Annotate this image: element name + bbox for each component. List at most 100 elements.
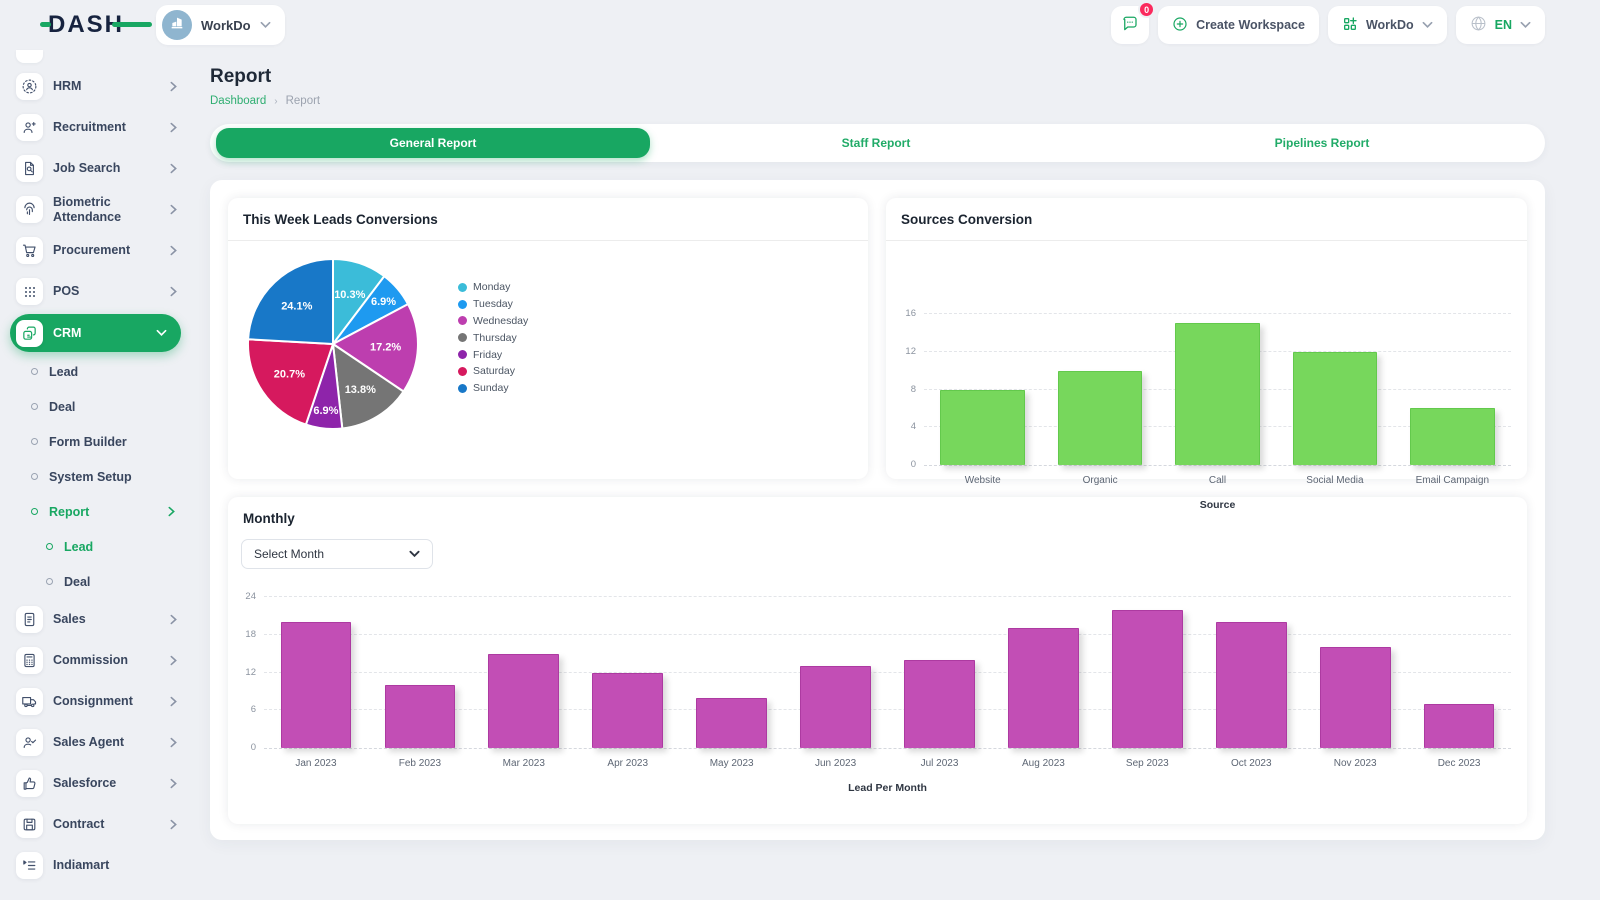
sidebar-item-consignment[interactable]: Consignment: [0, 681, 195, 722]
chevron-right-icon: [168, 506, 175, 517]
sales-agent-icon: [16, 729, 43, 756]
y-tick-label: 12: [888, 346, 916, 357]
app-logo[interactable]: DASH: [48, 11, 124, 39]
biometric-attendance-icon: [16, 196, 43, 223]
bar-slot: [576, 597, 680, 748]
sidebar-item-sales[interactable]: Sales: [0, 599, 195, 640]
language-selector[interactable]: EN: [1456, 6, 1545, 44]
bar-apr-2023: [592, 673, 663, 749]
tab-general-report[interactable]: General Report: [216, 128, 650, 158]
chevron-down-icon: [156, 329, 167, 337]
x-category-label: May 2023: [680, 758, 784, 769]
x-axis-labels: WebsiteOrganicCallSocial MediaEmail Camp…: [924, 475, 1511, 486]
sidebar-subitem-label: Report: [49, 505, 89, 519]
globe-icon: [1470, 15, 1487, 35]
bar-jul-2023: [904, 660, 975, 748]
sidebar-item-biometric-attendance[interactable]: Biometric Attendance: [0, 189, 195, 230]
card-header: This Week Leads Conversions: [228, 198, 868, 241]
y-tick-label: 8: [888, 384, 916, 395]
sidebar-subitem-lead[interactable]: Lead: [0, 529, 195, 564]
sidebar-item-hrm[interactable]: HRM: [0, 66, 195, 107]
chevron-down-icon: [1422, 21, 1433, 29]
bar-slot: [1199, 597, 1303, 748]
sidebar-item-job-search[interactable]: Job Search: [0, 148, 195, 189]
pie-value-label: 13.8%: [345, 384, 376, 396]
create-workspace-button[interactable]: Create Workspace: [1158, 6, 1319, 44]
sidebar-item-salesforce[interactable]: Salesforce: [0, 763, 195, 804]
sources-conversion-card: Sources Conversion 0481216 WebsiteOrgani…: [886, 198, 1527, 479]
sidebar-item-contract[interactable]: Contract: [0, 804, 195, 845]
workspace-name: WorkDo: [201, 18, 251, 33]
workspace-switcher[interactable]: WorkDo: [156, 5, 285, 45]
chevron-right-icon: [170, 696, 177, 707]
sidebar-item-pos[interactable]: POS: [0, 271, 195, 312]
bullet-icon: [31, 473, 38, 480]
bar-slot: [1041, 314, 1158, 465]
sidebar-subitem-report[interactable]: Report: [0, 494, 195, 529]
sidebar-partial-item: [16, 50, 43, 63]
sidebar-subitem-label: System Setup: [49, 470, 132, 484]
bullet-icon: [31, 438, 38, 445]
x-category-label: Oct 2023: [1199, 758, 1303, 769]
sidebar-item-indiamart[interactable]: Indiamart: [0, 845, 195, 886]
sidebar-subitem-form-builder[interactable]: Form Builder: [0, 424, 195, 459]
report-panel: This Week Leads Conversions 10.3%6.9%17.…: [210, 180, 1545, 840]
sidebar-item-procurement[interactable]: Procurement: [0, 230, 195, 271]
bullet-icon: [31, 368, 38, 375]
workspace-avatar: [162, 10, 192, 40]
tab-pipelines-report[interactable]: Pipelines Report: [1099, 124, 1545, 162]
legend-item-friday: Friday: [458, 346, 528, 363]
month-select-dropdown[interactable]: Select Month: [241, 539, 433, 569]
sidebar-subitem-deal[interactable]: Deal: [0, 564, 195, 599]
app-menu-label: WorkDo: [1366, 18, 1414, 32]
sidebar-subitem-system-setup[interactable]: System Setup: [0, 459, 195, 494]
salesforce-icon: [16, 770, 43, 797]
y-tick-label: 0: [888, 459, 916, 470]
sidebar-subitem-deal[interactable]: Deal: [0, 389, 195, 424]
bar-website: [940, 390, 1025, 466]
bar-slot: [888, 597, 992, 748]
legend-label: Sunday: [473, 382, 509, 394]
sidebar-item-recruitment[interactable]: Recruitment: [0, 107, 195, 148]
sidebar-item-commission[interactable]: Commission: [0, 640, 195, 681]
bar-aug-2023: [1008, 628, 1079, 748]
sources-bar-chart: 0481216: [924, 314, 1511, 466]
leads-conversions-card: This Week Leads Conversions 10.3%6.9%17.…: [228, 198, 868, 479]
tab-staff-report[interactable]: Staff Report: [653, 124, 1099, 162]
page-title: Report: [210, 66, 1545, 88]
chevron-right-icon: [170, 655, 177, 666]
sidebar-item-crm[interactable]: CRM: [10, 314, 181, 352]
legend-label: Monday: [473, 281, 510, 293]
bullet-icon: [31, 508, 38, 515]
messages-button[interactable]: 0: [1111, 6, 1149, 44]
building-icon: [169, 15, 185, 36]
crm-icon: [16, 320, 43, 347]
legend-dot: [458, 283, 467, 292]
sidebar-item-label: HRM: [53, 79, 81, 94]
x-category-label: Aug 2023: [991, 758, 1095, 769]
x-category-label: Nov 2023: [1303, 758, 1407, 769]
month-select-value: Select Month: [254, 547, 324, 561]
sidebar-item-label: Indiamart: [53, 858, 109, 873]
breadcrumb: Dashboard › Report: [210, 95, 1545, 107]
sidebar-item-sales-agent[interactable]: Sales Agent: [0, 722, 195, 763]
commission-icon: [16, 647, 43, 674]
sidebar-subitem-lead[interactable]: Lead: [0, 354, 195, 389]
sidebar-item-label: Contract: [53, 817, 104, 832]
sidebar-item-label: CRM: [53, 326, 81, 341]
chevron-right-icon: [170, 245, 177, 256]
chat-bubble-icon: [1121, 15, 1139, 36]
job-search-icon: [16, 155, 43, 182]
sidebar-item-label: POS: [53, 284, 79, 299]
x-category-label: Feb 2023: [368, 758, 472, 769]
breadcrumb-dashboard-link[interactable]: Dashboard: [210, 95, 266, 107]
bar-may-2023: [696, 698, 767, 748]
y-tick-label: 16: [888, 308, 916, 319]
legend-item-thursday: Thursday: [458, 329, 528, 346]
pie-value-label: 6.9%: [313, 405, 338, 417]
logo-accent-left: [40, 22, 51, 27]
app-menu-button[interactable]: WorkDo: [1328, 6, 1447, 44]
sidebar-item-label: Consignment: [53, 694, 133, 709]
bar-slots: [924, 314, 1511, 465]
plus-circle-icon: [1172, 16, 1188, 35]
